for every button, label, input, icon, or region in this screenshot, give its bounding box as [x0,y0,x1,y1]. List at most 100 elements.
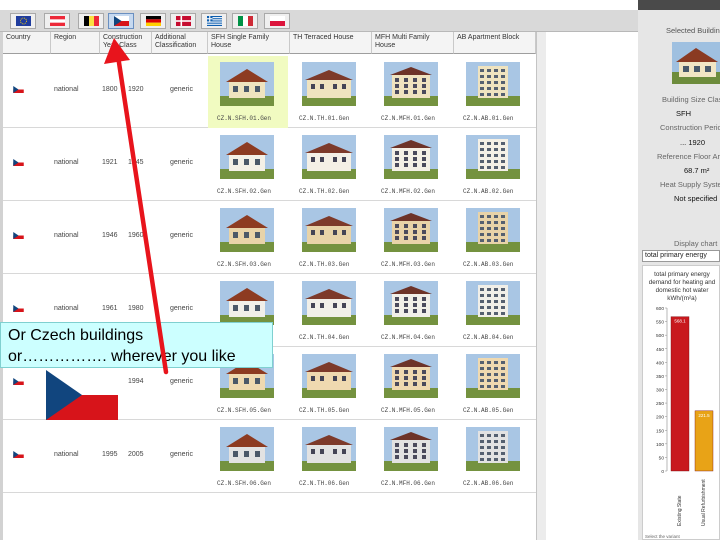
building-type-cell-th[interactable]: CZ.N.TH.05.Gen [290,348,370,420]
building-type-cell-th[interactable]: CZ.N.TH.01.Gen [290,56,370,128]
building-photo[interactable] [466,208,520,252]
building-photo[interactable] [384,62,438,106]
building-type-cell-ab[interactable]: CZ.N.AB.03.Gen [454,202,534,274]
building-code: CZ.N.SFH.05.Gen [217,407,272,414]
building-photo[interactable] [220,208,274,252]
heat-supply-system-value: Not specified [674,194,718,203]
building-type-cell-th[interactable]: CZ.N.TH.04.Gen [290,275,370,347]
building-photo[interactable] [466,135,520,179]
year-to: 2005 [128,451,144,458]
chart-y-tick-label: 500 [656,333,664,339]
column-header-th[interactable]: TH Terraced House [290,32,372,54]
chart-y-tick-label: 550 [656,320,664,326]
column-header-sfh[interactable]: SFH Single Family House [208,32,290,54]
eu-flag-icon [15,16,31,26]
building-type-cell-th[interactable]: CZ.N.TH.06.Gen [290,421,370,493]
building-type-cell-sfh[interactable]: CZ.N.SFH.02.Gen [208,129,288,201]
building-type-cell-mfh[interactable]: CZ.N.MFH.03.Gen [372,202,452,274]
chart-footer-text: Select the variant [645,534,681,539]
building-type-cell-ab[interactable]: CZ.N.AB.02.Gen [454,129,534,201]
chart-bar [694,410,714,472]
header-label: Country [6,34,31,41]
czech-flag-icon [113,16,129,26]
building-type-cell-mfh[interactable]: CZ.N.MFH.05.Gen [372,348,452,420]
column-header-mfh[interactable]: MFH Multi Family House [372,32,454,54]
flag-de-button[interactable] [140,13,166,29]
flag-eu-button[interactable] [10,13,36,29]
building-code: CZ.N.SFH.01.Gen [217,115,272,122]
vertical-scrollbar[interactable] [536,32,546,540]
building-photo[interactable] [302,135,356,179]
region-cell: national [51,202,100,273]
year-from: 1961 [102,305,118,312]
building-code: CZ.N.TH.06.Gen [299,480,350,487]
header-label: AB Apartment Block [457,34,520,41]
building-code: CZ.N.TH.03.Gen [299,261,350,268]
flag-gr-button[interactable] [201,13,227,29]
building-photo[interactable] [302,354,356,398]
building-type-cell-ab[interactable]: CZ.N.AB.06.Gen [454,421,534,493]
building-photo[interactable] [220,427,274,471]
building-photo[interactable] [220,281,274,325]
classification-cell: generic [152,56,208,127]
building-photo[interactable] [466,281,520,325]
table-row[interactable]: national 1995 2005 generic CZ.N.SFH.06.Gen CZ… [3,421,536,493]
building-type-cell-th[interactable]: CZ.N.TH.03.Gen [290,202,370,274]
flag-it-button[interactable] [232,13,258,29]
selected-building-image [672,42,720,84]
denmark-flag-icon [175,16,191,26]
building-photo[interactable] [302,281,356,325]
chart-type-select[interactable]: total primary energy [642,250,720,262]
building-photo[interactable] [384,208,438,252]
flag-at-button[interactable] [44,13,70,29]
building-photo[interactable] [384,427,438,471]
column-header-additional-classification[interactable]: Additional Classification [152,32,208,54]
building-type-cell-th[interactable]: CZ.N.TH.02.Gen [290,129,370,201]
czech-flag-icon [13,305,24,312]
building-photo[interactable] [466,62,520,106]
flag-pl-button[interactable] [264,13,290,29]
flag-cz-button[interactable] [108,13,134,29]
building-type-cell-sfh[interactable]: CZ.N.SFH.03.Gen [208,202,288,274]
classification-value: generic [170,232,193,239]
building-photo[interactable] [302,62,356,106]
building-type-cell-mfh[interactable]: CZ.N.MFH.04.Gen [372,275,452,347]
building-type-cell-ab[interactable]: CZ.N.AB.04.Gen [454,275,534,347]
table-row[interactable]: national 1946 1960 generic CZ.N.SFH.03.Gen CZ… [3,202,536,274]
building-code: CZ.N.AB.05.Gen [463,407,514,414]
column-header-construction-year-class[interactable]: Construction Year Class [100,32,152,54]
greece-flag-icon [206,16,222,26]
construction-year-cell: 1800 1920 [100,56,152,127]
column-header-country[interactable]: Country [3,32,51,54]
chart-x-tick-label: Usual Refurbishment [701,479,707,526]
building-photo[interactable] [384,354,438,398]
building-photo[interactable] [302,208,356,252]
building-type-cell-sfh[interactable]: CZ.N.SFH.06.Gen [208,421,288,493]
building-type-cell-ab[interactable]: CZ.N.AB.01.Gen [454,56,534,128]
table-row[interactable]: national 1921 1945 generic CZ.N.SFH.02.Gen CZ… [3,129,536,201]
building-photo[interactable] [466,354,520,398]
building-type-cell-sfh[interactable]: CZ.N.SFH.01.Gen [208,56,288,128]
column-header-region[interactable]: Region [51,32,100,54]
reference-floor-area-value: 68.7 m² [684,166,710,175]
table-row[interactable]: national 1800 1920 generic CZ.N.SFH.01.Gen CZ… [3,56,536,128]
building-photo[interactable] [384,135,438,179]
flag-be-button[interactable] [78,13,104,29]
building-photo[interactable] [384,281,438,325]
building-code: CZ.N.AB.03.Gen [463,261,514,268]
chart-y-tick-label: 250 [656,401,664,407]
building-photo[interactable] [220,135,274,179]
building-type-cell-ab[interactable]: CZ.N.AB.05.Gen [454,348,534,420]
flag-dk-button[interactable] [170,13,196,29]
classification-value: generic [170,378,193,385]
building-type-cell-mfh[interactable]: CZ.N.MFH.02.Gen [372,129,452,201]
column-header-ab[interactable]: AB Apartment Block [454,32,536,54]
year-to: 1960 [128,232,144,239]
building-type-cell-mfh[interactable]: CZ.N.MFH.06.Gen [372,421,452,493]
building-photo[interactable] [302,427,356,471]
building-type-cell-mfh[interactable]: CZ.N.MFH.01.Gen [372,56,452,128]
building-photo[interactable] [466,427,520,471]
construction-year-cell: 1946 1960 [100,202,152,273]
building-photo[interactable] [220,62,274,106]
chart-y-tick-label: 600 [656,306,664,312]
